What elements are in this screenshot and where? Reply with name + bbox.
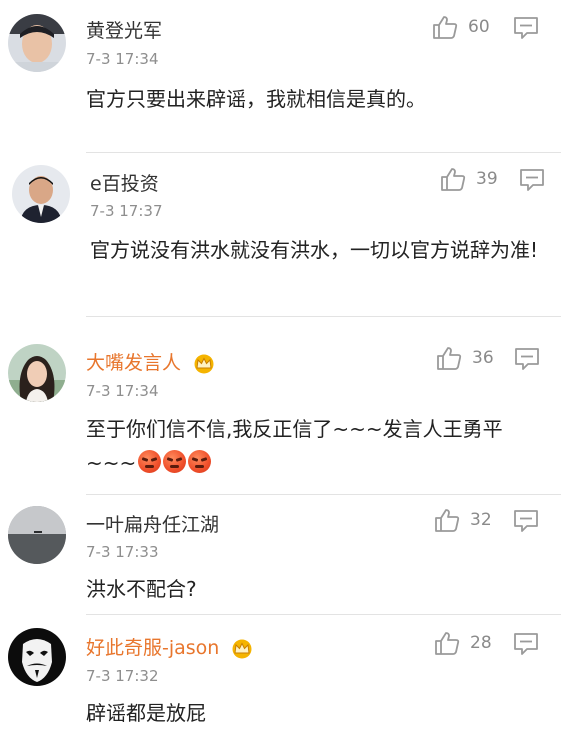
comment-time: 7-3 17:34 [86, 382, 159, 400]
comment-bubble-icon [514, 17, 538, 39]
comment-bubble-icon [515, 348, 539, 370]
thumbs-up-icon [433, 16, 458, 39]
like-button[interactable]: 39 [440, 166, 528, 194]
thumbs-up-icon [441, 168, 466, 191]
comment-bubble-icon [520, 169, 544, 191]
avatar[interactable] [8, 14, 66, 72]
comment-item: 大嘴发言人 7-3 17:34 36 至于你们信不信,我反正信了~~~发言人王勇… [0, 326, 561, 496]
divider [86, 614, 561, 615]
divider [86, 316, 561, 317]
username[interactable]: 好此奇服-jason [86, 633, 253, 660]
thumbs-up-icon [435, 509, 460, 532]
angry-face-emoji [163, 450, 187, 473]
username-text: 大嘴发言人 [86, 352, 182, 374]
comment-bubble-icon [514, 510, 538, 532]
like-count: 39 [476, 169, 498, 189]
avatar[interactable] [8, 506, 66, 564]
comment-text: 辟谣都是放屁 [86, 701, 206, 725]
thumbs-up-icon [435, 632, 460, 655]
username-text: 好此奇服-jason [86, 637, 220, 659]
comment-time: 7-3 17:37 [90, 202, 163, 220]
comment-item: 黄登光军 7-3 17:34 60 官方只要出来辟谣，我就相信是真的。 [0, 0, 561, 150]
comment-item: e百投资 7-3 17:37 39 官方说没有洪水就没有洪水，一切以官方说辞为准… [0, 153, 561, 325]
comment-text: 官方说没有洪水就没有洪水，一切以官方说辞为准! [90, 238, 539, 262]
username[interactable]: 大嘴发言人 [86, 348, 215, 375]
reply-button[interactable] [519, 168, 545, 192]
reply-button[interactable] [513, 16, 539, 40]
reply-button[interactable] [513, 509, 539, 533]
comment-text: 洪水不配合? [86, 577, 197, 601]
username[interactable]: 一叶扁舟任江湖 [86, 510, 219, 537]
like-button[interactable]: 28 [434, 630, 522, 658]
crown-badge-icon [194, 354, 214, 373]
angry-face-emoji [188, 450, 212, 473]
reply-button[interactable] [514, 347, 540, 371]
reply-button[interactable] [513, 632, 539, 656]
like-count: 32 [470, 510, 492, 530]
crown-badge-icon [232, 639, 252, 658]
like-count: 28 [470, 633, 492, 653]
avatar[interactable] [12, 165, 70, 223]
comment-text: 至于你们信不信,我反正信了~~~发言人王勇平~~~ [86, 412, 531, 480]
comment-time: 7-3 17:34 [86, 50, 159, 68]
thumbs-up-icon [437, 347, 462, 370]
like-button[interactable]: 60 [432, 14, 520, 42]
username[interactable]: e百投资 [90, 169, 159, 196]
comment-item: 一叶扁舟任江湖 7-3 17:33 32 洪水不配合? [0, 496, 561, 614]
divider [86, 494, 561, 495]
comment-bubble-icon [514, 633, 538, 655]
avatar[interactable] [8, 344, 66, 402]
angry-face-emoji [138, 450, 162, 473]
comment-item: 好此奇服-jason 7-3 17:32 28 辟谣都是放屁 [0, 616, 561, 732]
comment-text: 官方只要出来辟谣，我就相信是真的。 [86, 87, 426, 111]
comment-time: 7-3 17:32 [86, 667, 159, 685]
comment-time: 7-3 17:33 [86, 543, 159, 561]
like-button[interactable]: 32 [434, 507, 522, 535]
like-count: 60 [468, 17, 490, 37]
username[interactable]: 黄登光军 [86, 16, 162, 43]
avatar[interactable] [8, 628, 66, 686]
like-count: 36 [472, 348, 494, 368]
like-button[interactable]: 36 [436, 345, 524, 373]
